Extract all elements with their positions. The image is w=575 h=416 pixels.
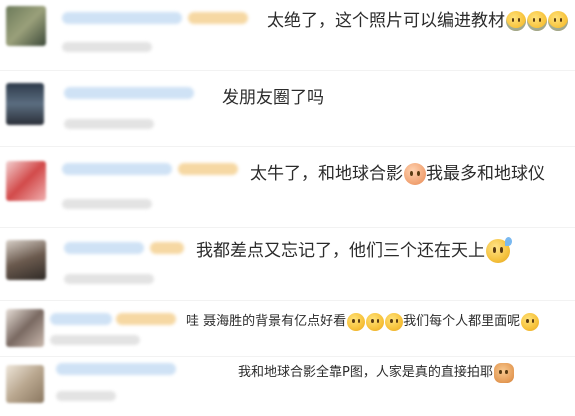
username[interactable] (64, 242, 144, 254)
comment-text-content: 发朋友圈了吗 (222, 88, 324, 108)
face-palm-icon (404, 163, 426, 185)
comment-text-content: 我都差点又忘记了，他们三个还在天上 (196, 241, 485, 261)
comment-text: 太绝了，这个照片可以编进教材 (267, 6, 568, 31)
comment-text-content: 我和地球合影全靠P图，人家是真的直接拍耶 (238, 365, 493, 380)
comment-text-content: 太绝了，这个照片可以编进教材 (267, 11, 505, 31)
grin-icon (521, 312, 540, 331)
comment-text: 我和地球合影全靠P图，人家是真的直接拍耶 (238, 361, 514, 383)
username[interactable] (56, 363, 176, 375)
comment-meta (50, 335, 140, 345)
comment-meta (56, 391, 116, 401)
cry-icon (527, 11, 547, 31)
comment-meta (62, 42, 152, 52)
avatar[interactable] (6, 6, 46, 46)
comment-text: 太牛了，和地球合影 我最多和地球仪 (250, 159, 545, 185)
cry-icon (548, 11, 568, 31)
comment-text-continued: 我最多和地球仪 (426, 164, 545, 184)
sweat-icon (486, 237, 512, 263)
comment-text-continued: 我们每个人都里面呢 (403, 314, 521, 329)
user-badge (178, 163, 238, 175)
cry-icon (506, 11, 526, 31)
comment-meta (64, 119, 154, 129)
username[interactable] (50, 313, 112, 325)
comment-text: 我都差点又忘记了，他们三个还在天上 (196, 236, 512, 263)
comment-item: 我和地球合影全靠P图，人家是真的直接拍耶 (0, 357, 575, 416)
surprised-icon (347, 312, 366, 331)
user-badge (150, 242, 184, 254)
comment-meta (64, 274, 154, 284)
avatar[interactable] (6, 83, 44, 125)
comment-item: 发朋友圈了吗 (0, 71, 575, 146)
avatar[interactable] (6, 309, 44, 347)
avatar[interactable] (6, 240, 46, 280)
comment-item: 哇 聂海胜的背景有亿点好看 我们每个人都里面呢 (0, 301, 575, 356)
username[interactable] (62, 12, 182, 24)
surprised-icon (366, 312, 385, 331)
username[interactable] (64, 87, 194, 99)
user-badge (116, 313, 176, 325)
comment-text-content: 哇 聂海胜的背景有亿点好看 (186, 314, 347, 329)
cat-icon (493, 362, 514, 383)
comment-meta (62, 199, 152, 209)
user-badge (188, 12, 248, 24)
comment-text: 发朋友圈了吗 (222, 83, 324, 108)
comment-text-content: 太牛了，和地球合影 (250, 164, 403, 184)
avatar[interactable] (6, 161, 46, 201)
comment-item: 太绝了，这个照片可以编进教材 (0, 0, 575, 70)
surprised-icon (385, 312, 404, 331)
avatar[interactable] (6, 365, 44, 403)
username[interactable] (62, 163, 172, 175)
comment-item: 我都差点又忘记了，他们三个还在天上 (0, 228, 575, 300)
comment-item: 太牛了，和地球合影 我最多和地球仪 (0, 147, 575, 227)
comment-text: 哇 聂海胜的背景有亿点好看 我们每个人都里面呢 (186, 310, 540, 331)
